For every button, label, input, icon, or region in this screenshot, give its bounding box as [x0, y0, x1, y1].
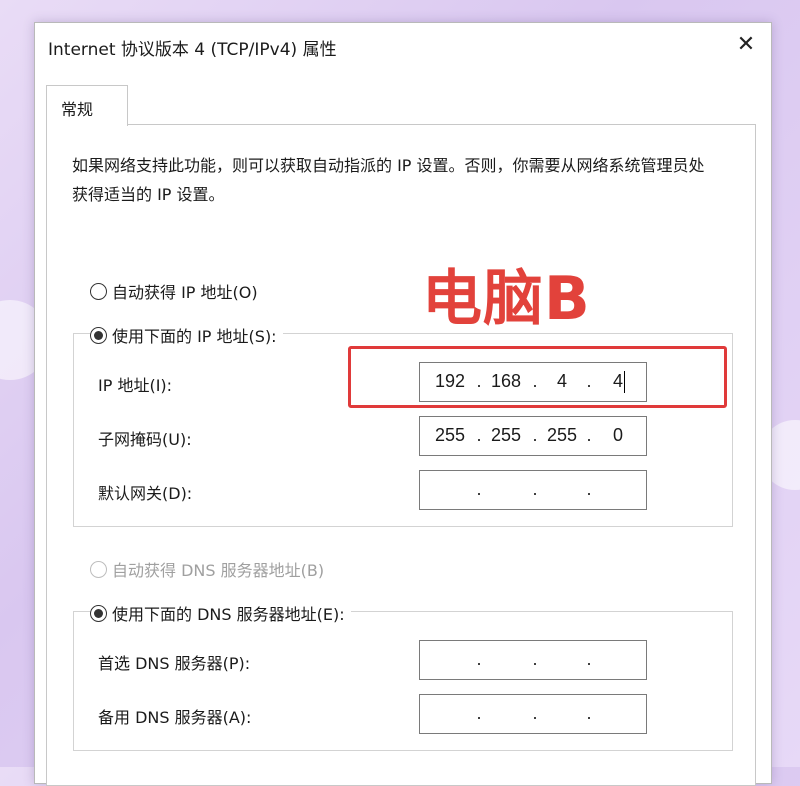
- octet-separator: .: [532, 649, 538, 669]
- octet: 255: [434, 425, 466, 445]
- tab-general-label: 常规: [61, 100, 94, 119]
- manual-dns-radio[interactable]: [90, 604, 107, 622]
- manual-dns-label: 使用下面的 DNS 服务器地址(E):: [112, 605, 345, 624]
- octet: 255: [546, 425, 578, 445]
- octet: 255: [490, 425, 522, 445]
- octet-separator: .: [532, 479, 538, 499]
- title-bar: Internet 协议版本 4 (TCP/IPv4) 属性 ✕: [35, 23, 771, 69]
- manual-ip-label: 使用下面的 IP 地址(S):: [112, 327, 277, 346]
- octet-separator: .: [476, 479, 482, 499]
- manual-ip-radio[interactable]: [90, 326, 107, 344]
- subnet-mask-input[interactable]: 255 . 255 . 255 . 0: [419, 416, 647, 456]
- default-gateway-input[interactable]: . . .: [419, 470, 647, 510]
- description-text: 如果网络支持此功能，则可以获取自动指派的 IP 设置。否则，你需要从网络系统管理…: [72, 156, 705, 204]
- preferred-dns-input[interactable]: . . .: [419, 640, 647, 680]
- octet-separator: .: [586, 649, 592, 669]
- close-icon[interactable]: ✕: [733, 32, 759, 58]
- octet-separator: .: [532, 703, 538, 723]
- default-gateway-label: 默认网关(D):: [98, 484, 193, 503]
- computer-b-annotation: 电脑B: [422, 264, 591, 334]
- ip-address-label: IP 地址(I):: [98, 376, 173, 395]
- octet-separator: .: [476, 425, 482, 445]
- highlight-box: [348, 346, 727, 408]
- subnet-mask-label: 子网掩码(U):: [98, 430, 192, 449]
- alternate-dns-label: 备用 DNS 服务器(A):: [98, 708, 252, 727]
- octet-separator: .: [586, 425, 592, 445]
- alternate-dns-input[interactable]: . . .: [419, 694, 647, 734]
- general-panel: 如果网络支持此功能，则可以获取自动指派的 IP 设置。否则，你需要从网络系统管理…: [46, 124, 756, 786]
- auto-dns-option: 自动获得 DNS 服务器地址(B): [90, 557, 331, 581]
- auto-dns-label: 自动获得 DNS 服务器地址(B): [112, 561, 325, 580]
- auto-ip-radio[interactable]: [90, 282, 107, 300]
- auto-ip-option[interactable]: 自动获得 IP 地址(O): [90, 279, 264, 303]
- octet-separator: .: [532, 425, 538, 445]
- auto-ip-label: 自动获得 IP 地址(O): [112, 283, 258, 302]
- manual-ip-option[interactable]: 使用下面的 IP 地址(S):: [90, 323, 283, 347]
- tab-general[interactable]: 常规: [46, 85, 128, 126]
- octet-separator: .: [476, 649, 482, 669]
- octet-separator: .: [586, 703, 592, 723]
- auto-dns-radio: [90, 560, 107, 578]
- octet-separator: .: [586, 479, 592, 499]
- dialog-title: Internet 协议版本 4 (TCP/IPv4) 属性: [48, 40, 337, 60]
- octet: 0: [612, 425, 623, 445]
- preferred-dns-label: 首选 DNS 服务器(P):: [98, 654, 251, 673]
- manual-dns-option[interactable]: 使用下面的 DNS 服务器地址(E):: [90, 601, 351, 625]
- octet-separator: .: [476, 703, 482, 723]
